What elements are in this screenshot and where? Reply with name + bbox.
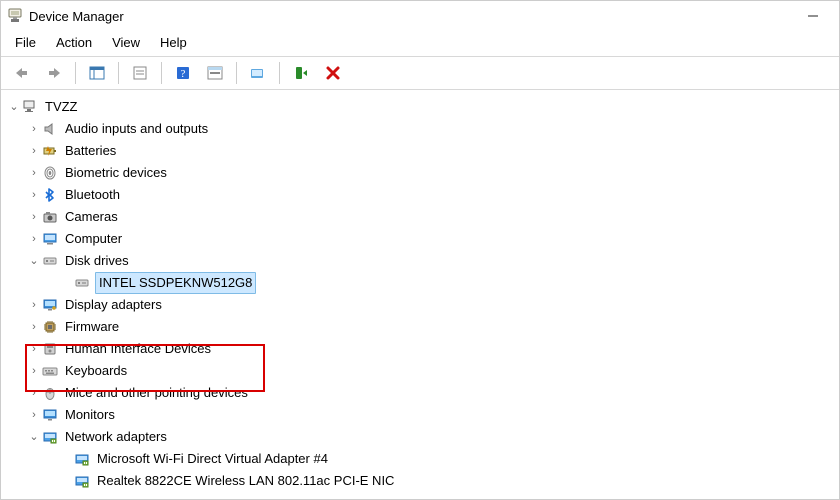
tree-device[interactable]: · INTEL SSDPEKNW512G8	[3, 272, 837, 294]
chevron-right-icon[interactable]: ›	[27, 141, 41, 161]
svg-text:?: ?	[181, 68, 186, 80]
bluetooth-icon	[41, 186, 59, 204]
toolbar-separator	[118, 62, 119, 84]
tree-item-label: Batteries	[63, 141, 118, 161]
tree-category[interactable]: ⌄ Disk drives	[3, 250, 837, 272]
minimize-button[interactable]	[793, 2, 833, 30]
computer-root-icon	[21, 98, 39, 116]
chevron-right-icon[interactable]: ›	[27, 383, 41, 403]
menu-help[interactable]: Help	[152, 33, 195, 52]
scan-button[interactable]	[202, 61, 228, 85]
tree-category[interactable]: › Cameras	[3, 206, 837, 228]
tree-item-label: Disk drives	[63, 251, 131, 271]
tree-item-label: Audio inputs and outputs	[63, 119, 210, 139]
hid-icon	[41, 340, 59, 358]
chevron-right-icon[interactable]: ›	[27, 339, 41, 359]
tree-category[interactable]: › Human Interface Devices	[3, 338, 837, 360]
menu-view[interactable]: View	[104, 33, 148, 52]
toolbar: ?	[1, 56, 839, 90]
fingerprint-icon	[41, 164, 59, 182]
tree-item-label: Mice and other pointing devices	[63, 383, 250, 403]
show-hide-button[interactable]	[84, 61, 110, 85]
chevron-right-icon[interactable]: ›	[27, 185, 41, 205]
update-driver-button[interactable]	[245, 61, 271, 85]
tree-category[interactable]: › Batteries	[3, 140, 837, 162]
tree-item-label: Keyboards	[63, 361, 129, 381]
enable-device-button[interactable]	[288, 61, 314, 85]
speaker-icon	[41, 120, 59, 138]
tree-category[interactable]: › Firmware	[3, 316, 837, 338]
network-icon	[41, 428, 59, 446]
keyboard-icon	[41, 362, 59, 380]
tree-item-label: Firmware	[63, 317, 121, 337]
mouse-icon	[41, 384, 59, 402]
tree-category[interactable]: › Keyboards	[3, 360, 837, 382]
tree-category[interactable]: ⌄ Network adapters	[3, 426, 837, 448]
tree-category[interactable]: › Mice and other pointing devices	[3, 382, 837, 404]
titlebar: Device Manager	[1, 1, 839, 31]
tree-device[interactable]: · Realtek 8822CE Wireless LAN 802.11ac PC…	[3, 470, 837, 492]
back-button[interactable]	[9, 61, 35, 85]
tree-item-label: Network adapters	[63, 427, 169, 447]
help-button[interactable]: ?	[170, 61, 196, 85]
tree-item-label: Display adapters	[63, 295, 164, 315]
tree-item-label: Realtek 8822CE Wireless LAN 802.11ac PCI…	[95, 471, 396, 491]
toolbar-separator	[161, 62, 162, 84]
chevron-down-icon[interactable]: ⌄	[7, 97, 21, 117]
window-title: Device Manager	[29, 9, 124, 24]
chevron-down-icon[interactable]: ⌄	[27, 427, 41, 447]
tree-root[interactable]: ⌄ TVZZ	[3, 96, 837, 118]
tree-item-label: TVZZ	[43, 97, 80, 117]
toolbar-separator	[75, 62, 76, 84]
tree-category[interactable]: › Audio inputs and outputs	[3, 118, 837, 140]
app-icon	[7, 8, 23, 24]
chevron-placeholder: ·	[59, 471, 73, 491]
network-icon	[73, 450, 91, 468]
chevron-right-icon[interactable]: ›	[27, 317, 41, 337]
battery-icon	[41, 142, 59, 160]
toolbar-separator	[236, 62, 237, 84]
tree-item-label: Computer	[63, 229, 124, 249]
tree-item-label: Human Interface Devices	[63, 339, 213, 359]
computer-icon	[41, 230, 59, 248]
tree-item-label: Biometric devices	[63, 163, 169, 183]
tree-category[interactable]: › Bluetooth	[3, 184, 837, 206]
menubar: File Action View Help	[1, 31, 839, 56]
chevron-placeholder: ·	[59, 449, 73, 469]
menu-action[interactable]: Action	[48, 33, 100, 52]
chevron-placeholder: ·	[59, 273, 73, 293]
chevron-right-icon[interactable]: ›	[27, 295, 41, 315]
tree-item-label: INTEL SSDPEKNW512G8	[95, 272, 256, 294]
chevron-down-icon[interactable]: ⌄	[27, 251, 41, 271]
uninstall-device-button[interactable]	[320, 61, 346, 85]
network-icon	[73, 472, 91, 490]
chevron-right-icon[interactable]: ›	[27, 361, 41, 381]
chevron-right-icon[interactable]: ›	[27, 207, 41, 227]
monitor-icon	[41, 406, 59, 424]
device-tree[interactable]: ⌄TVZZ›Audio inputs and outputs›Batteries…	[1, 90, 839, 498]
chevron-right-icon[interactable]: ›	[27, 163, 41, 183]
menu-file[interactable]: File	[7, 33, 44, 52]
tree-item-label: Microsoft Wi-Fi Direct Virtual Adapter #…	[95, 449, 330, 469]
forward-button[interactable]	[41, 61, 67, 85]
tree-item-label: Cameras	[63, 207, 120, 227]
tree-item-label: Bluetooth	[63, 185, 122, 205]
chevron-right-icon[interactable]: ›	[27, 229, 41, 249]
chevron-right-icon[interactable]: ›	[27, 119, 41, 139]
chevron-right-icon[interactable]: ›	[27, 405, 41, 425]
toolbar-separator	[279, 62, 280, 84]
properties-button[interactable]	[127, 61, 153, 85]
tree-item-label: Monitors	[63, 405, 117, 425]
disk-icon	[73, 274, 91, 292]
chip-icon	[41, 318, 59, 336]
tree-category[interactable]: › Display adapters	[3, 294, 837, 316]
tree-device[interactable]: · Microsoft Wi-Fi Direct Virtual Adapter …	[3, 448, 837, 470]
display-icon	[41, 296, 59, 314]
tree-category[interactable]: › Computer	[3, 228, 837, 250]
camera-icon	[41, 208, 59, 226]
tree-category[interactable]: › Biometric devices	[3, 162, 837, 184]
disk-icon	[41, 252, 59, 270]
tree-category[interactable]: › Monitors	[3, 404, 837, 426]
